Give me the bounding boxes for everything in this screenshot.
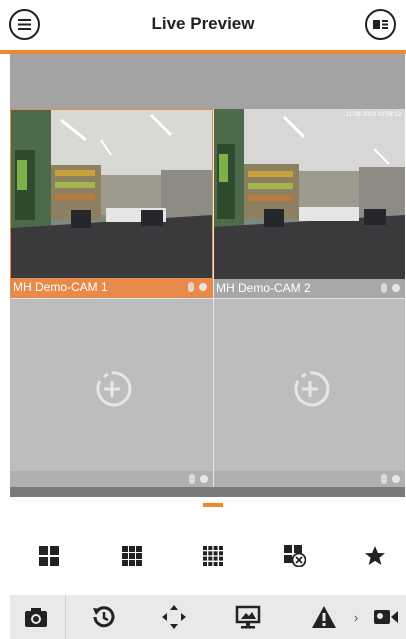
grid-divider-horizontal <box>10 298 405 299</box>
playback-button[interactable] <box>85 601 121 633</box>
toolbar-divider <box>65 595 66 639</box>
camera-tile-2[interactable]: 11-09-2019 10:58:12 MH Demo-CAM 2 <box>214 109 405 298</box>
record-icon <box>374 610 398 624</box>
microphone-icon <box>189 474 195 484</box>
empty-slot-bar <box>214 471 405 487</box>
layout-4-icon <box>39 546 59 566</box>
camera-timestamp-2: 11-09-2019 10:58:12 <box>345 112 401 118</box>
microphone-icon <box>188 282 194 292</box>
screen-button[interactable] <box>230 601 266 633</box>
star-icon <box>365 546 385 565</box>
record-status-icon <box>199 283 207 291</box>
ptz-button[interactable] <box>156 601 192 633</box>
record-button[interactable] <box>368 601 404 633</box>
camera-label-bar-1: MH Demo-CAM 1 <box>11 278 212 297</box>
camera-label-bar-2: MH Demo-CAM 2 <box>214 279 405 298</box>
preview-bottom-margin <box>10 487 405 497</box>
camera-feed-1 <box>11 110 212 280</box>
video-grid: MH Demo-CAM 1 11-09-2019 10:58:12 MH Dem… <box>10 109 405 487</box>
close-all-button[interactable] <box>281 542 309 570</box>
toolbar-more-arrow-icon[interactable]: › <box>354 610 358 625</box>
snapshot-button[interactable] <box>18 601 54 633</box>
camera-tile-1[interactable]: MH Demo-CAM 1 <box>10 109 213 298</box>
header: Live Preview <box>0 0 406 50</box>
view-mode-icon <box>373 20 388 29</box>
layout-9-button[interactable] <box>118 542 146 570</box>
camera-name-2: MH Demo-CAM 2 <box>216 281 311 295</box>
layout-16-button[interactable] <box>199 542 227 570</box>
camera-name-1: MH Demo-CAM 1 <box>13 280 108 294</box>
microphone-icon <box>381 474 387 484</box>
record-status-icon <box>392 475 400 483</box>
preview-top-margin <box>10 54 405 109</box>
view-mode-button[interactable] <box>365 9 396 40</box>
layout-9-icon <box>122 546 142 566</box>
page-indicator <box>203 503 223 507</box>
camera-icon <box>25 608 47 627</box>
bottom-toolbar: › <box>10 595 406 639</box>
empty-slot-bar <box>10 471 213 487</box>
camera-feed-2 <box>214 109 405 279</box>
record-status-icon <box>200 475 208 483</box>
add-camera-icon[interactable] <box>288 367 332 411</box>
microphone-icon <box>381 283 387 293</box>
alarm-button[interactable] <box>306 601 342 633</box>
layout-16-icon <box>203 546 223 566</box>
screen-icon <box>235 605 261 629</box>
favorites-button[interactable] <box>361 542 389 570</box>
record-status-icon <box>392 284 400 292</box>
empty-slot-4[interactable] <box>214 299 405 487</box>
add-camera-icon[interactable] <box>90 367 134 411</box>
layout-4-button[interactable] <box>35 542 63 570</box>
empty-slot-3[interactable] <box>10 299 213 487</box>
page-title: Live Preview <box>151 14 255 33</box>
ptz-icon <box>162 605 186 629</box>
alarm-icon <box>312 606 336 628</box>
close-all-icon <box>284 545 306 567</box>
layout-options <box>0 538 406 574</box>
playback-icon <box>93 606 115 628</box>
